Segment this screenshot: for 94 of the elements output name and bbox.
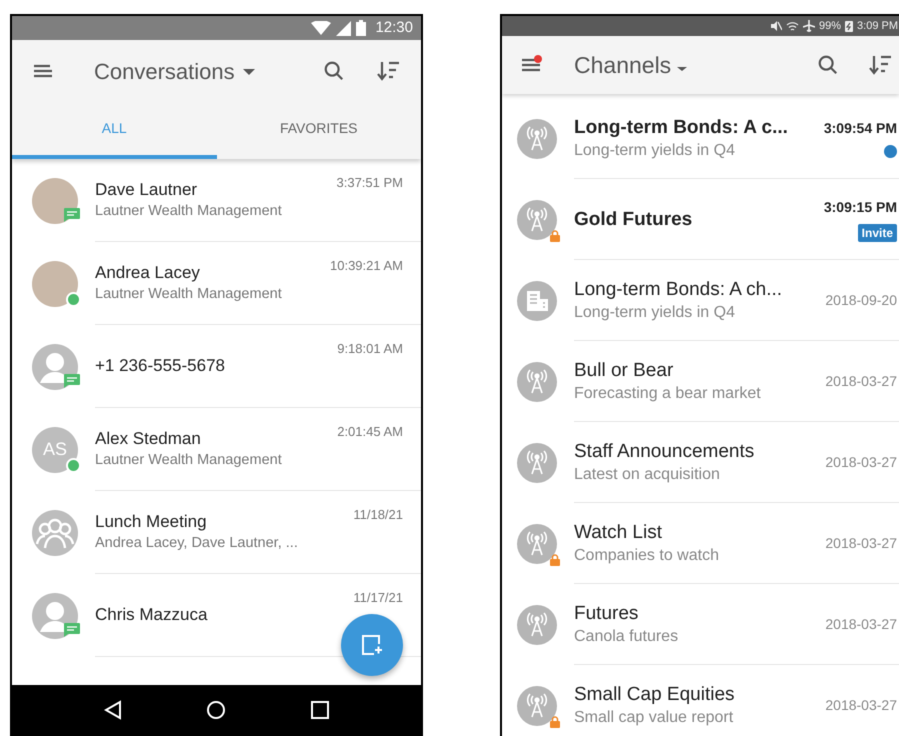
broadcast-tower-icon — [517, 686, 557, 726]
channel-name: Futures — [574, 602, 640, 626]
contact-name: Dave Lautner — [95, 179, 198, 201]
initials-avatar: AS — [32, 426, 78, 472]
channel-subtitle: Small cap value report — [574, 708, 734, 728]
avatar-photo-placeholder — [32, 178, 78, 224]
broadcast-tower-icon — [517, 524, 557, 564]
home-icon[interactable] — [206, 700, 226, 720]
message-time: 2:01:45 AM — [337, 424, 403, 439]
broadcast-tower-icon — [517, 604, 557, 644]
channel-time: 2018-09-20 — [825, 290, 897, 310]
conversation-row[interactable]: +1 236-555-5678 9:18:01 AM — [12, 325, 421, 408]
channel-name: Bull or Bear — [574, 358, 674, 382]
message-time: 11/18/21 — [353, 507, 403, 522]
channel-time: 2018-03-27 — [825, 372, 897, 390]
battery-charging-icon — [845, 20, 854, 32]
message-badge-icon — [64, 208, 80, 222]
wifi-icon — [786, 20, 799, 32]
contact-name: +1 236-555-5678 — [95, 355, 226, 377]
battery-icon — [356, 20, 366, 36]
channel-name: Watch List — [574, 520, 663, 544]
contact-name: Lunch Meeting — [95, 511, 208, 533]
broadcast-tower-icon — [517, 200, 557, 240]
new-conversation-button[interactable] — [341, 614, 403, 676]
airplane-icon — [803, 20, 815, 32]
message-time: 11/17/21 — [353, 590, 403, 605]
channel-time: 2018-03-27 — [825, 614, 897, 634]
channel-time: 3:09:15 PM — [824, 198, 897, 216]
channel-row[interactable]: Bull or Bear Forecasting a bear market 2018-03-27 — [502, 341, 899, 422]
sort-icon[interactable] — [377, 60, 401, 82]
channel-name: Small Cap Equities — [574, 682, 736, 706]
broadcast-tower-icon — [517, 362, 557, 402]
dropdown-caret-icon[interactable] — [677, 67, 688, 71]
contact-subtitle: Lautner Wealth Management — [95, 285, 283, 304]
dropdown-caret-icon[interactable] — [242, 69, 255, 76]
contact-name: Andrea Lacey — [95, 262, 201, 284]
channel-subtitle: Canola futures — [574, 626, 680, 646]
conversation-row[interactable]: Lunch Meeting Andrea Lacey, Dave Lautner, ... 11/18/21 — [12, 491, 421, 574]
channel-time: 2018-03-27 — [825, 696, 897, 714]
contact-subtitle: Lautner Wealth Management — [95, 451, 283, 470]
group-avatar-icon — [32, 510, 78, 556]
message-badge-icon — [64, 374, 80, 388]
channel-row[interactable]: Long-term Bonds: A c... Long-term yields in Q4 3:09:54 PM — [502, 98, 899, 179]
broadcast-tower-icon — [517, 442, 557, 482]
tab[interactable]: FAVORITES — [216, 102, 421, 159]
contact-subtitle: Andrea Lacey, Dave Lautner, ... — [95, 534, 299, 553]
message-time: 3:37:51 PM — [336, 175, 403, 190]
back-icon[interactable] — [104, 700, 122, 720]
channel-time: 2018-03-27 — [825, 452, 897, 472]
channel-row[interactable]: Long-term Bonds: A ch... Long-term yields in Q4 2018-09-20 — [502, 260, 899, 341]
channel-subtitle: Long-term yields in Q4 — [574, 140, 736, 160]
avatar-photo-placeholder — [32, 260, 78, 306]
channel-name: Long-term Bonds: A c... — [574, 116, 789, 140]
sort-icon[interactable] — [869, 54, 893, 76]
broadcast-tower-icon — [517, 118, 557, 158]
channel-time: 2018-03-27 — [825, 534, 897, 552]
screen-title[interactable]: Conversations — [94, 54, 235, 88]
contact-subtitle: Lautner Wealth Management — [95, 202, 283, 221]
battery-percent: 99% — [819, 18, 842, 34]
channel-row[interactable]: Futures Canola futures 2018-03-27 — [502, 584, 899, 665]
channel-row[interactable]: Small Cap Equities Small cap value report 2018-03-27 — [502, 665, 899, 736]
person-avatar-icon — [32, 592, 78, 638]
screen-title[interactable]: Channels — [574, 48, 672, 82]
wifi-icon — [311, 21, 332, 35]
channel-row[interactable]: Gold Futures 3:09:15 PM Invite — [502, 179, 899, 260]
person-avatar-icon — [32, 344, 78, 390]
channel-subtitle: Latest on acquisition — [574, 464, 721, 484]
invite-badge: Invite — [858, 224, 897, 242]
channel-time: 3:09:54 PM — [824, 119, 897, 138]
channel-subtitle: Forecasting a bear market — [574, 384, 762, 404]
channel-name: Staff Announcements — [574, 440, 756, 464]
contact-name: Alex Stedman — [95, 428, 202, 450]
building-icon — [517, 280, 557, 320]
mute-icon — [770, 20, 782, 32]
channel-subtitle: Companies to watch — [574, 546, 720, 566]
message-time: 9:18:01 AM — [337, 341, 403, 356]
compose-icon — [361, 634, 383, 656]
message-badge-icon — [64, 622, 80, 636]
channel-name: Gold Futures — [574, 208, 694, 232]
conversation-row[interactable]: AS Alex Stedman Lautner Wealth Management 2:01:45 AM — [12, 408, 421, 491]
channel-subtitle: Long-term yields in Q4 — [574, 302, 736, 322]
recents-icon[interactable] — [310, 700, 329, 718]
message-time: 10:39:21 AM — [330, 258, 403, 273]
contact-name: Chris Mazzuca — [95, 604, 208, 626]
status-time: 12:30 — [375, 18, 413, 38]
status-time: 3:09 PM — [857, 18, 898, 34]
conversation-row[interactable]: Andrea Lacey Lautner Wealth Management 10:39:21 AM — [12, 242, 421, 325]
search-icon[interactable] — [323, 60, 345, 82]
channel-row[interactable]: Staff Announcements Latest on acquisition 2018-03-27 — [502, 422, 899, 503]
signal-icon — [336, 20, 352, 36]
search-icon[interactable] — [817, 54, 839, 76]
channel-name: Long-term Bonds: A ch... — [574, 278, 784, 302]
channel-row[interactable]: Watch List Companies to watch 2018-03-27 — [502, 503, 899, 584]
conversation-row[interactable]: Dave Lautner Lautner Wealth Management 3:37:51 PM — [12, 159, 421, 242]
